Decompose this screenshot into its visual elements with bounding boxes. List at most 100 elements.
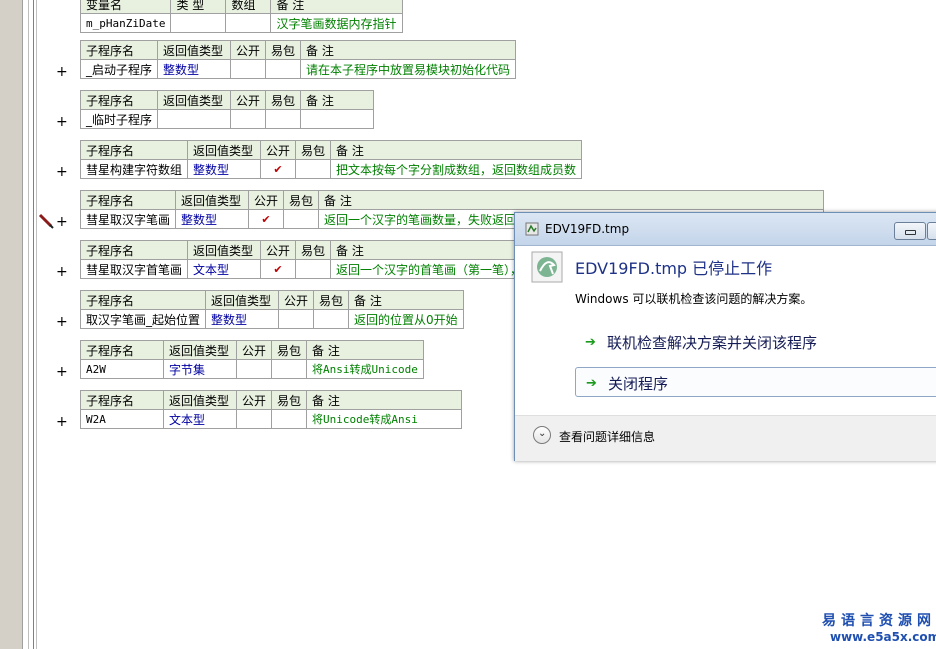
header-cell: 公开 [248, 190, 285, 210]
expand-plus-icon[interactable]: + [56, 165, 68, 179]
proc-note[interactable]: 返回的位置从0开始 [348, 309, 464, 329]
proc-table: 子程序名 返回值类型 公开 易包 备 注 彗星构建字符数组 整数型 ✔ 把文本按… [79, 140, 583, 179]
proc-return-type[interactable]: 整数型 [157, 59, 232, 79]
expand-plus-icon[interactable]: + [56, 65, 68, 79]
proc-table: 子程序名 返回值类型 公开 易包 备 注 W2A 文本型 将Unicode转成A… [80, 390, 463, 429]
error-dialog: EDV19FD.tmp EDV19FD.tmp 已停止工作 Windows 可以… [514, 212, 936, 461]
proc-name[interactable]: 取汉字笔画_起始位置 [79, 309, 207, 329]
close-button[interactable] [927, 222, 936, 240]
proc-public[interactable] [235, 359, 273, 379]
proc-return-type[interactable] [157, 109, 232, 129]
proc-return-type[interactable]: 文本型 [187, 259, 262, 279]
expand-plus-icon[interactable]: + [56, 265, 68, 279]
header-cell: 子程序名 [79, 140, 189, 160]
proc-easy[interactable] [271, 359, 308, 379]
header-cell: 公开 [235, 340, 273, 360]
header-cell: 公开 [230, 90, 267, 110]
proc-return-type[interactable]: 整数型 [205, 309, 280, 329]
expand-plus-icon[interactable]: + [56, 415, 68, 429]
variable-name[interactable]: m_pHanZiDate [79, 13, 172, 33]
header-cell: 备 注 [300, 90, 375, 110]
header-cell: 返回值类型 [163, 340, 237, 360]
header-cell: 备 注 [318, 190, 825, 210]
header-cell: 返回值类型 [157, 90, 232, 110]
variable-type[interactable] [170, 13, 227, 33]
proc-public[interactable] [278, 309, 315, 329]
app-icon [525, 222, 539, 236]
header-cell: 易包 [265, 90, 302, 110]
proc-easy[interactable] [271, 409, 308, 429]
header-cell: 类 型 [170, 0, 227, 14]
proc-note[interactable]: 把文本按每个字分割成数组，返回数组成员数 [330, 159, 583, 179]
dialog-titlebar[interactable]: EDV19FD.tmp [515, 213, 936, 246]
proc-public[interactable] [235, 409, 273, 429]
proc-name[interactable]: W2A [80, 409, 164, 429]
header-cell: 返回值类型 [205, 290, 280, 310]
gutter-line [36, 0, 37, 649]
proc-public[interactable] [230, 109, 267, 129]
proc-return-type[interactable]: 整数型 [187, 159, 262, 179]
expand-plus-icon[interactable]: + [56, 365, 68, 379]
header-cell: 返回值类型 [175, 190, 250, 210]
header-cell: 子程序名 [79, 90, 159, 110]
proc-note[interactable]: 将Unicode转成Ansi [306, 409, 463, 429]
proc-table: 子程序名 返回值类型 公开 易包 备 注 _临时子程序 [79, 90, 375, 129]
proc-table: 子程序名 返回值类型 公开 易包 备 注 取汉字笔画_起始位置 整数型 返回的位… [79, 290, 464, 329]
proc-name[interactable]: A2W [80, 359, 164, 379]
header-cell: 易包 [295, 240, 332, 260]
variable-table: 变量名 类 型 数组 备 注 m_pHanZiDate 汉字笔画数据内存指针 [79, 0, 403, 33]
minimize-button[interactable] [894, 222, 926, 240]
proc-return-type[interactable]: 文本型 [163, 409, 237, 429]
header-cell: 易包 [271, 390, 308, 410]
header-cell: 子程序名 [80, 390, 164, 410]
header-cell: 备 注 [300, 40, 517, 60]
header-cell: 备 注 [330, 140, 583, 160]
minimize-icon [905, 230, 916, 235]
proc-note[interactable] [300, 109, 375, 129]
dialog-title: EDV19FD.tmp [545, 222, 630, 236]
proc-return-type[interactable]: 整数型 [175, 209, 250, 229]
expand-plus-icon[interactable]: + [56, 115, 68, 129]
variable-array[interactable] [225, 13, 272, 33]
expand-details-button[interactable]: ⌄ [533, 426, 551, 444]
proc-easy[interactable] [283, 209, 320, 229]
proc-easy[interactable] [265, 109, 302, 129]
header-cell: 返回值类型 [163, 390, 237, 410]
header-cell: 公开 [230, 40, 267, 60]
header-cell: 公开 [260, 140, 297, 160]
proc-name[interactable]: _启动子程序 [79, 59, 159, 79]
header-cell: 易包 [265, 40, 302, 60]
header-cell: 子程序名 [80, 340, 164, 360]
close-program-option[interactable]: ➔ 关闭程序 [575, 367, 936, 397]
expand-plus-icon[interactable]: + [56, 315, 68, 329]
proc-note[interactable]: 请在本子程序中放置易模块初始化代码 [300, 59, 517, 79]
view-details-link[interactable]: 查看问题详细信息 [559, 428, 655, 445]
pencil-icon [38, 213, 54, 229]
chevron-down-icon: ⌄ [538, 428, 547, 439]
proc-name[interactable]: 彗星取汉字首笔画 [79, 259, 189, 279]
variable-note[interactable]: 汉字笔画数据内存指针 [270, 13, 403, 33]
watermark-title: 易语言资源网 [822, 613, 936, 629]
header-cell: 子程序名 [79, 240, 189, 260]
dialog-heading: EDV19FD.tmp 已停止工作 [575, 259, 773, 278]
proc-name[interactable]: _临时子程序 [79, 109, 159, 129]
proc-note[interactable]: 将Ansi转成Unicode [306, 359, 424, 379]
expand-plus-icon[interactable]: + [56, 215, 68, 229]
proc-easy[interactable] [295, 259, 332, 279]
left-gutter [0, 0, 23, 649]
proc-easy[interactable] [265, 59, 302, 79]
proc-easy[interactable] [313, 309, 350, 329]
proc-return-type[interactable]: 字节集 [163, 359, 237, 379]
check-online-option[interactable]: ➔ 联机检查解决方案并关闭该程序 [575, 327, 936, 355]
header-cell: 返回值类型 [187, 240, 262, 260]
proc-name[interactable]: 彗星取汉字笔画 [79, 209, 177, 229]
header-cell: 备 注 [270, 0, 403, 14]
header-cell: 公开 [278, 290, 315, 310]
proc-easy[interactable] [295, 159, 332, 179]
proc-public[interactable] [230, 59, 267, 79]
proc-public-check-icon[interactable]: ✔ [260, 259, 297, 279]
proc-public-check-icon[interactable]: ✔ [260, 159, 297, 179]
proc-public-check-icon[interactable]: ✔ [248, 209, 285, 229]
proc-table: 子程序名 返回值类型 公开 易包 备 注 A2W 字节集 将Ansi转成Unic… [80, 340, 424, 379]
proc-name[interactable]: 彗星构建字符数组 [79, 159, 189, 179]
